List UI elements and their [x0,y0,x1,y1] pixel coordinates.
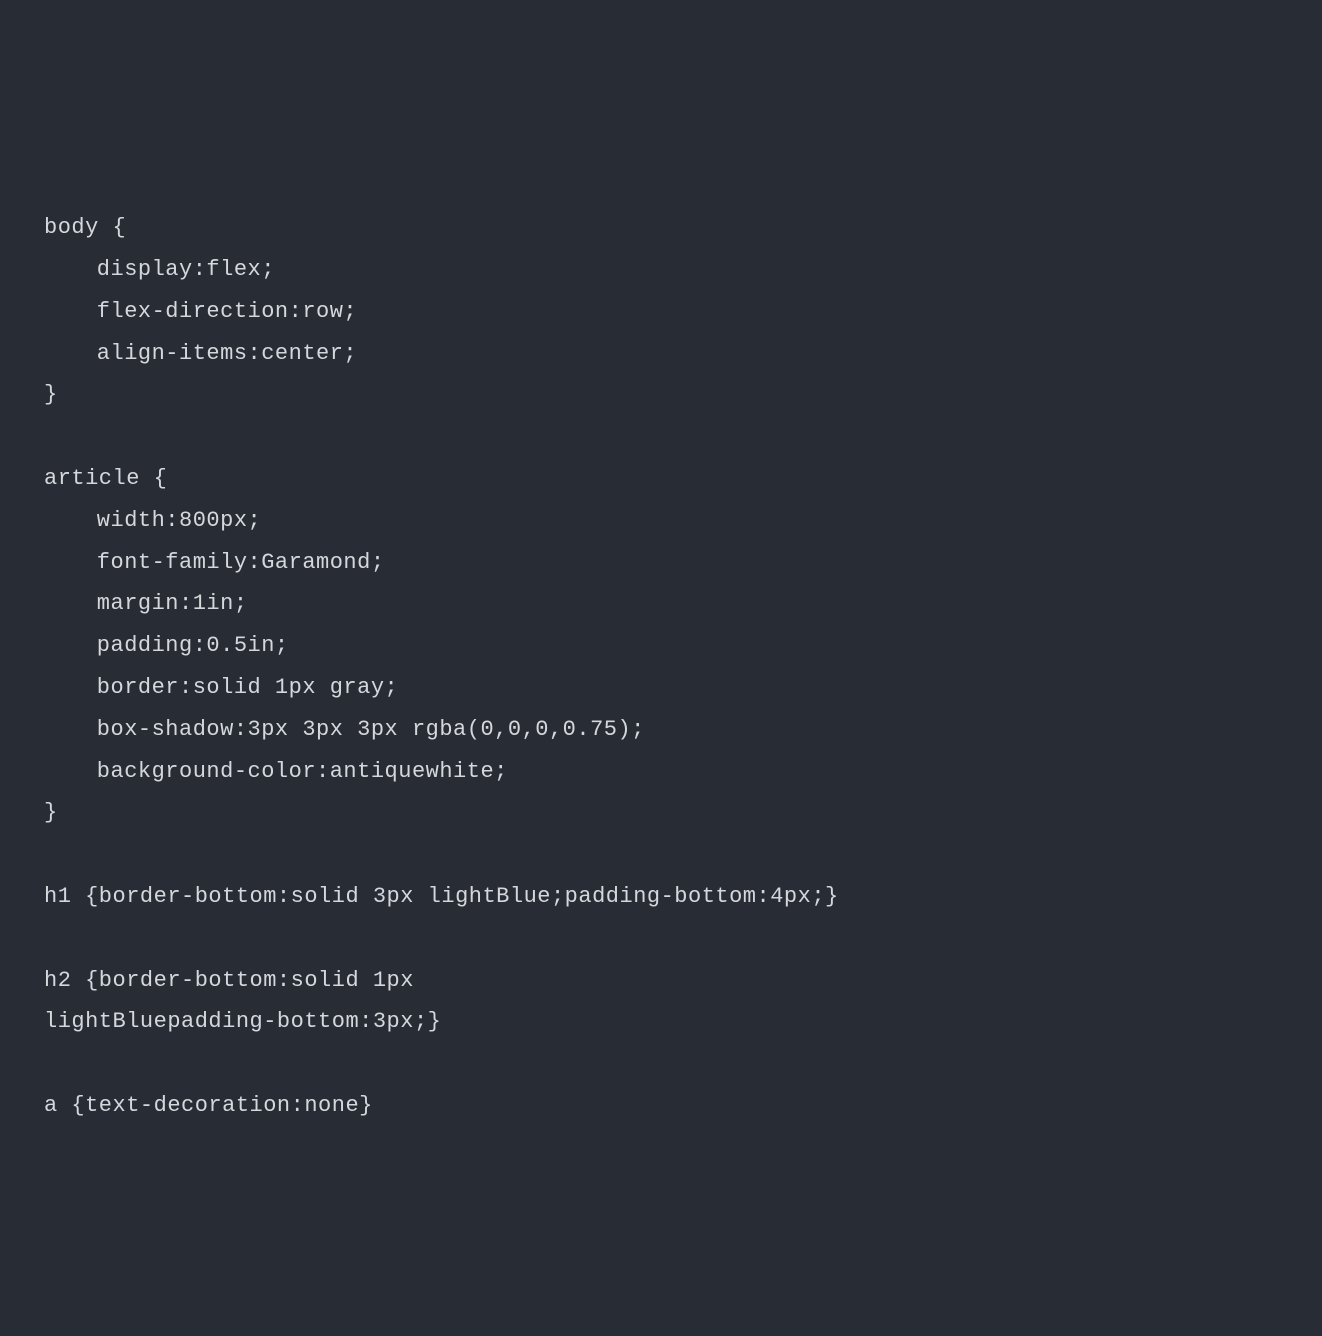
code-line[interactable]: a {text-decoration:none} [44,1085,1278,1127]
code-line[interactable]: margin:1in; [44,583,1278,625]
code-line[interactable]: h1 {border-bottom:solid 3px lightBlue;pa… [44,876,1278,918]
code-line[interactable] [44,834,1278,876]
code-line[interactable]: article { [44,458,1278,500]
code-line[interactable]: align-items:center; [44,333,1278,375]
code-line[interactable] [44,416,1278,458]
code-line[interactable]: body { [44,207,1278,249]
code-line[interactable]: } [44,374,1278,416]
code-line[interactable]: h2 {border-bottom:solid 1px [44,960,1278,1002]
code-line[interactable] [44,1043,1278,1085]
code-line[interactable]: box-shadow:3px 3px 3px rgba(0,0,0,0.75); [44,709,1278,751]
code-line[interactable]: width:800px; [44,500,1278,542]
code-line[interactable]: } [44,792,1278,834]
code-line[interactable]: font-family:Garamond; [44,542,1278,584]
code-line[interactable]: flex-direction:row; [44,291,1278,333]
code-line[interactable]: padding:0.5in; [44,625,1278,667]
code-line[interactable]: lightBluepadding-bottom:3px;} [44,1001,1278,1043]
code-editor-viewport[interactable]: body {display:flex;flex-direction:row;al… [44,207,1278,1127]
code-line[interactable] [44,918,1278,960]
code-line[interactable]: display:flex; [44,249,1278,291]
code-line[interactable]: border:solid 1px gray; [44,667,1278,709]
code-line[interactable]: background-color:antiquewhite; [44,751,1278,793]
